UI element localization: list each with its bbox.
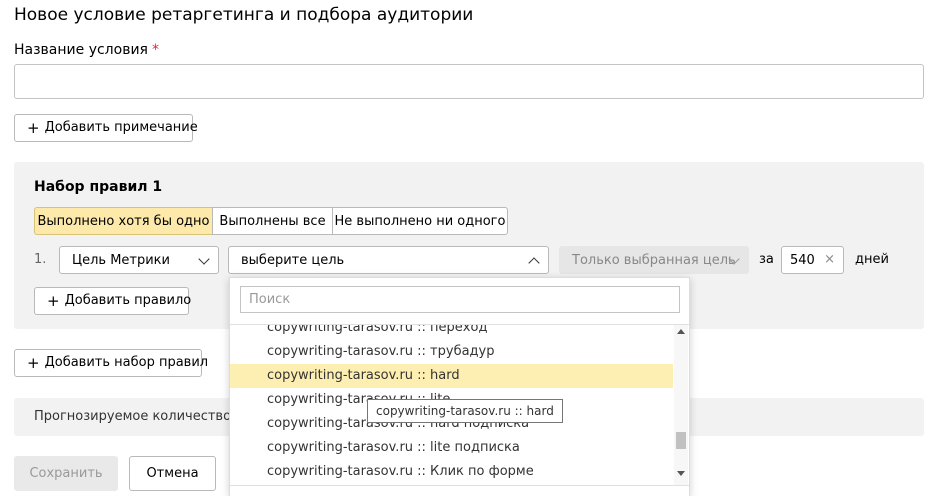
scrollbar-thumb[interactable]: [676, 432, 686, 449]
goal-list-item[interactable]: copywriting-tarasov.ru :: трубадур: [230, 340, 673, 364]
goal-list-scrollbar[interactable]: [674, 325, 688, 485]
mode-all-tab[interactable]: Выполнены все: [212, 207, 333, 235]
add-ruleset-button[interactable]: + Добавить набор правил: [14, 349, 208, 377]
clear-icon[interactable]: ×: [824, 252, 835, 267]
days-input[interactable]: 540 ×: [781, 246, 844, 274]
goal-scope-select: Только выбранная цель: [559, 246, 749, 274]
chevron-up-icon: [528, 257, 540, 269]
plus-icon: +: [27, 119, 40, 137]
goal-select-value: выберите цель: [241, 252, 345, 268]
goal-list-item[interactable]: copywriting-tarasov.ru :: Клик по форме: [230, 460, 673, 484]
add-ruleset-label: Добавить набор правил: [44, 355, 209, 370]
cancel-button[interactable]: Отмена: [129, 456, 216, 491]
rule-number: 1.: [34, 252, 47, 267]
condition-name-input[interactable]: [14, 64, 924, 99]
add-rule-label: Добавить правило: [64, 293, 192, 308]
save-button[interactable]: Сохранить: [14, 456, 118, 491]
rule-type-value: Цель Метрики: [72, 252, 170, 268]
goal-select[interactable]: выберите цель: [228, 246, 549, 274]
rule-type-select[interactable]: Цель Метрики: [59, 246, 219, 274]
add-note-label: Добавить примечание: [44, 120, 198, 135]
condition-name-label: Название условия *: [14, 41, 159, 59]
ruleset-title: Набор правил 1: [34, 179, 163, 195]
forecast-text: Прогнозируемое количество по: [34, 409, 252, 424]
add-note-button[interactable]: + Добавить примечание: [14, 114, 198, 142]
days-input-value: 540: [790, 252, 815, 268]
page-title: Новое условие ретаргетинга и подбора ауд…: [14, 5, 474, 25]
goal-list-item-highlighted[interactable]: copywriting-tarasov.ru :: hard: [230, 364, 673, 388]
goal-scope-value: Только выбранная цель: [572, 252, 736, 268]
item-tooltip: copywriting-tarasov.ru :: hard: [367, 399, 563, 423]
condition-name-label-text: Название условия: [14, 42, 148, 58]
goal-list-item[interactable]: copywriting-tarasov.ru :: lite подписка: [230, 436, 673, 460]
plus-icon: +: [27, 354, 40, 372]
chevron-down-icon: [198, 253, 210, 265]
divider: [230, 485, 689, 486]
scroll-up-arrow-icon[interactable]: [677, 329, 685, 334]
scroll-down-arrow-icon[interactable]: [677, 471, 685, 476]
days-suffix-label: дней: [855, 252, 889, 267]
plus-icon: +: [47, 292, 60, 310]
mode-any-tab[interactable]: Выполнено хотя бы одно: [34, 207, 213, 235]
mode-none-tab[interactable]: Не выполнено ни одного: [332, 207, 508, 235]
goal-search-input[interactable]: [240, 286, 680, 313]
add-rule-button[interactable]: + Добавить правило: [34, 287, 192, 315]
goal-list-item[interactable]: copywriting-tarasov.ru :: переход: [230, 325, 673, 340]
required-mark: *: [151, 42, 159, 58]
period-prefix-label: за: [759, 252, 774, 267]
